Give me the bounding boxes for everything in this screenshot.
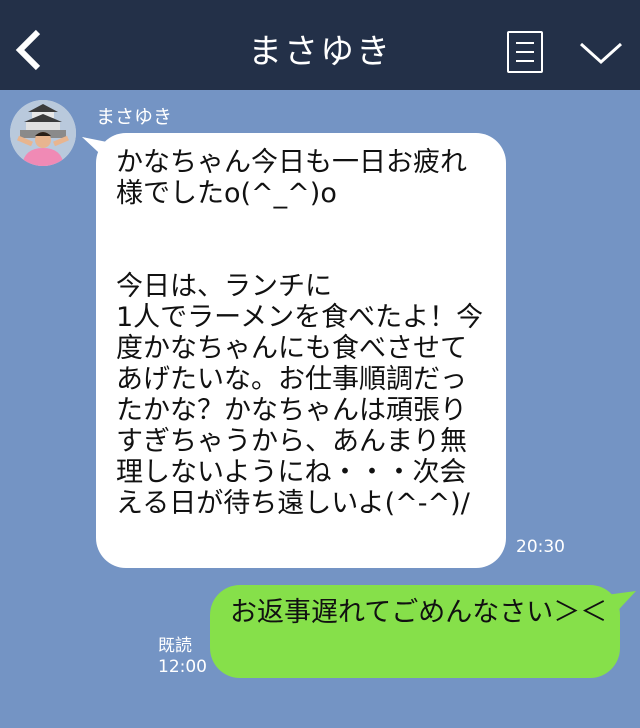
incoming-message-text: かなちゃん今日も一日お疲れ様でしたo(^_^)o 今日は、ランチに 1人でラーメ…: [116, 147, 484, 519]
incoming-message-bubble[interactable]: かなちゃん今日も一日お疲れ様でしたo(^_^)o 今日は、ランチに 1人でラーメ…: [82, 133, 506, 568]
sender-name: まさゆき: [96, 106, 173, 128]
outgoing-message-time: 12:00: [158, 657, 207, 677]
bubble-tail: [82, 137, 112, 165]
dropdown-button[interactable]: [578, 38, 624, 68]
outgoing-message-bubble[interactable]: お返事遅れてごめんなさい＞＜: [210, 585, 636, 678]
outgoing-message-text: お返事遅れてごめんなさい＞＜: [230, 597, 608, 628]
incoming-message-time: 20:30: [516, 537, 565, 557]
avatar-photo: [10, 100, 76, 166]
chat-title: まさゆき: [248, 32, 392, 72]
sender-avatar[interactable]: [10, 100, 76, 166]
read-receipt: 既読 12:00: [158, 636, 207, 678]
bubble-tail: [606, 591, 636, 619]
chevron-down-icon: [579, 42, 623, 65]
chat-header: まさゆき: [0, 0, 640, 90]
menu-button[interactable]: [507, 31, 543, 73]
read-label: 既読: [158, 636, 192, 656]
